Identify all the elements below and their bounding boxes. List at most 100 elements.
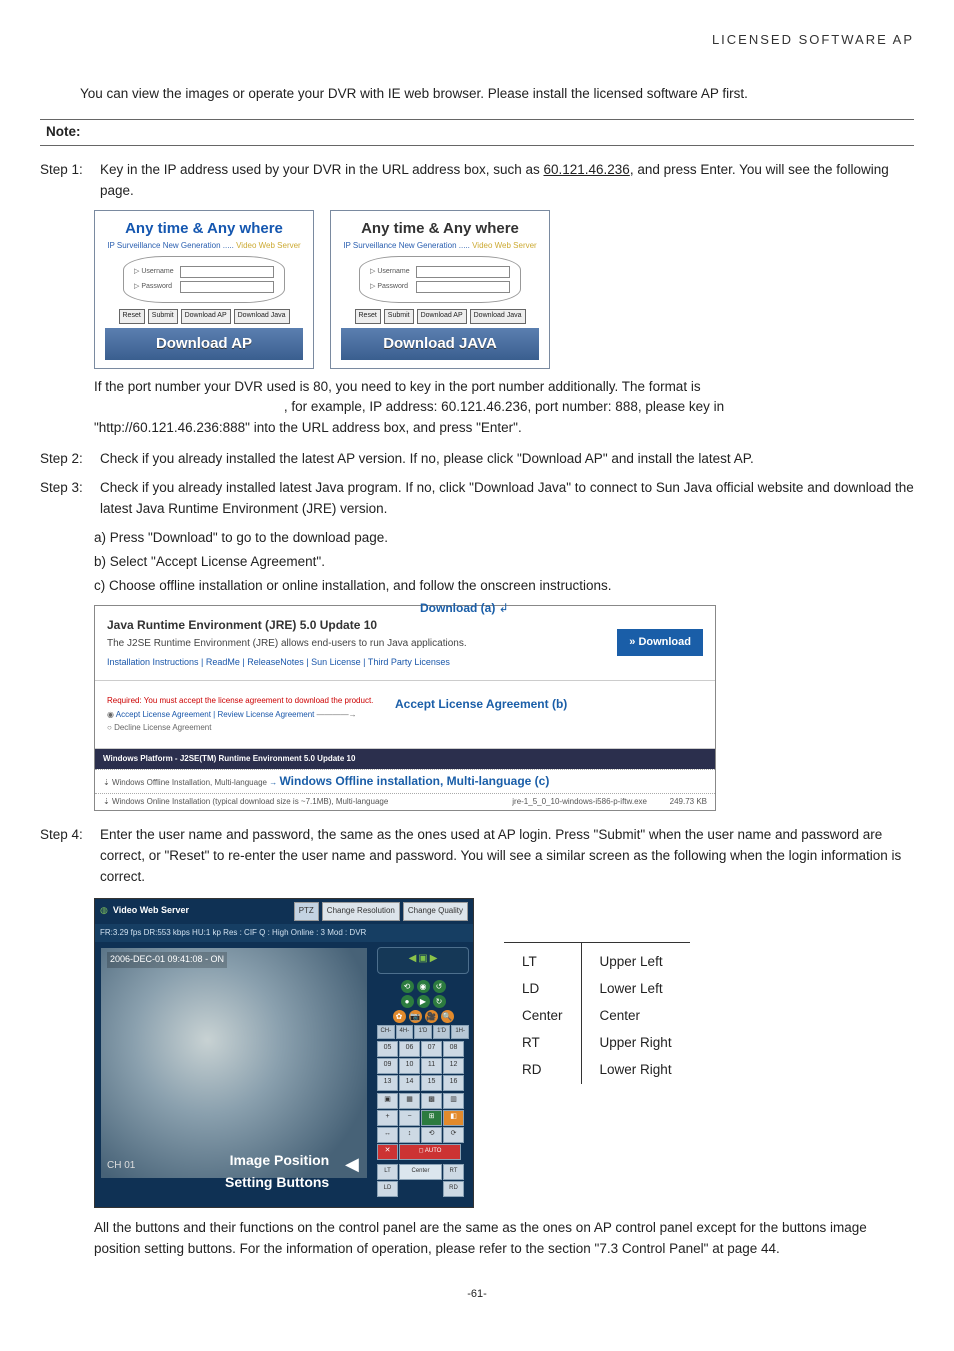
layout-btn[interactable]: ↔ <box>377 1127 398 1143</box>
layout-btn[interactable]: ▦ <box>399 1093 420 1109</box>
change-resolution-button[interactable]: Change Resolution <box>322 902 400 920</box>
layout-btn[interactable]: ◧ <box>443 1110 464 1126</box>
ch-num[interactable]: 05 <box>377 1041 398 1057</box>
ch-num[interactable]: 07 <box>421 1041 442 1057</box>
ctrl-circle[interactable]: ↻ <box>433 995 446 1008</box>
reset-button[interactable]: Reset <box>119 309 145 324</box>
viewer-wrap: ◍ Video Web Server PTZ Change Resolution… <box>94 898 914 1208</box>
pos-rt[interactable]: RT <box>443 1164 464 1180</box>
ptz-button[interactable]: PTZ <box>294 902 319 920</box>
video-timestamp: 2006-DEC-01 09:41:08 - ON <box>107 952 227 968</box>
image-position-caption: Image PositionSetting Buttons <box>225 1150 329 1193</box>
step-4-label: Step 4: <box>40 825 100 888</box>
ch-num[interactable]: 16 <box>443 1075 464 1091</box>
ctrl-circle[interactable]: 🔍 <box>441 1010 454 1023</box>
ctrl-circle[interactable]: ◉ <box>417 980 430 993</box>
bar-btn[interactable]: 4H- <box>396 1025 414 1038</box>
ctrl-circle[interactable]: ● <box>401 995 414 1008</box>
jre-links[interactable]: Installation Instructions | ReadMe | Rel… <box>107 656 617 670</box>
username-input[interactable] <box>180 266 274 278</box>
ch-num[interactable]: 15 <box>421 1075 442 1091</box>
reset-button-2[interactable]: Reset <box>355 309 381 324</box>
change-quality-button[interactable]: Change Quality <box>403 902 468 920</box>
dpad[interactable]: ◀ ▣ ▶ <box>377 947 469 975</box>
ctrl-circle[interactable]: 📷 <box>409 1010 422 1023</box>
pos-lt[interactable]: LT <box>377 1164 398 1180</box>
step-3: Step 3: Check if you already installed l… <box>40 478 914 520</box>
layout-btn[interactable]: ▥ <box>443 1093 464 1109</box>
submit-button[interactable]: Submit <box>148 309 178 324</box>
ctrl-circle[interactable]: ⟲ <box>401 980 414 993</box>
close-icon[interactable]: ✕ <box>377 1144 398 1160</box>
step-1-body: Key in the IP address used by your DVR i… <box>100 160 914 202</box>
ctrl-circle[interactable]: ▶ <box>417 995 430 1008</box>
password-label: ▷ Password <box>134 282 176 293</box>
login-title-2: Any time & Any where <box>341 217 539 240</box>
port-note: If the port number your DVR used is 80, … <box>94 377 914 440</box>
pos-center[interactable]: Center <box>399 1164 442 1180</box>
ch-num[interactable]: 10 <box>399 1058 420 1074</box>
pos-rd[interactable]: RD <box>443 1181 464 1197</box>
layout-btn[interactable]: ▣ <box>377 1093 398 1109</box>
globe-icon: ◍ <box>100 904 108 918</box>
download-java-bar[interactable]: Download JAVA <box>341 328 539 359</box>
row2-l[interactable]: Windows Online Installation (typical dow… <box>112 797 388 806</box>
layout-btn[interactable]: ▩ <box>421 1093 442 1109</box>
ch-num[interactable]: 09 <box>377 1058 398 1074</box>
ch-num[interactable]: 12 <box>443 1058 464 1074</box>
download-ap-button[interactable]: Download AP <box>181 309 231 324</box>
ch-num[interactable]: 11 <box>421 1058 442 1074</box>
layout-grid: ▣ ▦ ▩ ▥ + − ⊞ ◧ ↔ ↕ ⟲ ⟳ ✕ ◻ AUTO <box>377 1093 469 1160</box>
password-input[interactable] <box>180 281 274 293</box>
login-card-java: Any time & Any where IP Surveillance New… <box>330 210 550 369</box>
download-ap-bar[interactable]: Download AP <box>105 328 303 359</box>
decline-link[interactable]: Decline License Agreement <box>114 723 211 732</box>
download-head: Java Runtime Environment (JRE) 5.0 Updat… <box>95 606 715 681</box>
download-java-button[interactable]: Download Java <box>234 309 290 324</box>
jre-sub: The J2SE Runtime Environment (JRE) allow… <box>107 636 617 652</box>
bar-btn[interactable]: 1H- <box>451 1025 469 1038</box>
password-label-2: ▷ Password <box>370 282 412 293</box>
jre-title: Java Runtime Environment (JRE) 5.0 Updat… <box>107 616 617 635</box>
auto-button[interactable]: ◻ AUTO <box>399 1144 461 1160</box>
ctrl-circle[interactable]: ↺ <box>433 980 446 993</box>
layout-btn[interactable]: − <box>399 1110 420 1126</box>
step-3-b: b) Select "Accept License Agreement". <box>94 552 914 573</box>
step-3-sublist: a) Press "Download" to go to the downloa… <box>94 528 914 597</box>
row1-l[interactable]: Windows Offline Installation, Multi-lang… <box>112 778 267 787</box>
table-row: RDLower Right <box>504 1057 690 1084</box>
layout-btn[interactable]: ⟳ <box>443 1127 464 1143</box>
step-2-label: Step 2: <box>40 449 100 470</box>
channel-grid: 05 06 07 08 09 10 11 12 13 14 15 16 <box>377 1041 469 1091</box>
login-card-ap: Any time & Any where IP Surveillance New… <box>94 210 314 369</box>
pos-ld[interactable]: LD <box>377 1181 398 1197</box>
required-label: Required: You must accept the license ag… <box>107 696 373 705</box>
login-buttons-2: Reset Submit Download AP Download Java <box>341 309 539 324</box>
username-input-2[interactable] <box>416 266 510 278</box>
download-panel: Java Runtime Environment (JRE) 5.0 Updat… <box>94 605 716 812</box>
table-row: CenterCenter <box>504 1003 690 1030</box>
bar-btn[interactable]: 1'D <box>414 1025 432 1038</box>
ch-num[interactable]: 14 <box>399 1075 420 1091</box>
download-ap-button-2[interactable]: Download AP <box>417 309 467 324</box>
ch-num[interactable]: 06 <box>399 1041 420 1057</box>
row1-file: jre-1_5_0_10-windows-i586-p-iftw.exe <box>512 796 647 808</box>
login-sub-a: IP Surveillance New Generation <box>107 241 220 250</box>
bar-btn[interactable]: CH- <box>377 1025 395 1038</box>
password-input-2[interactable] <box>416 281 510 293</box>
layout-btn[interactable]: + <box>377 1110 398 1126</box>
ctrl-circle[interactable]: ✿ <box>393 1010 406 1023</box>
step-2-body: Check if you already installed the lates… <box>100 449 914 470</box>
bar-btn[interactable]: 1'D <box>433 1025 451 1038</box>
layout-btn[interactable]: ↕ <box>399 1127 420 1143</box>
ctrl-circle[interactable]: 🎥 <box>425 1010 438 1023</box>
download-java-button-2[interactable]: Download Java <box>470 309 526 324</box>
submit-button-2[interactable]: Submit <box>384 309 414 324</box>
accept-link[interactable]: Accept License Agreement | Review Licens… <box>116 710 315 719</box>
layout-btn[interactable]: ⊞ <box>421 1110 442 1126</box>
ch-num[interactable]: 08 <box>443 1041 464 1057</box>
step-4: Step 4: Enter the user name and password… <box>40 825 914 888</box>
layout-btn[interactable]: ⟲ <box>421 1127 442 1143</box>
download-button[interactable]: » Download <box>617 629 703 656</box>
ch-num[interactable]: 13 <box>377 1075 398 1091</box>
